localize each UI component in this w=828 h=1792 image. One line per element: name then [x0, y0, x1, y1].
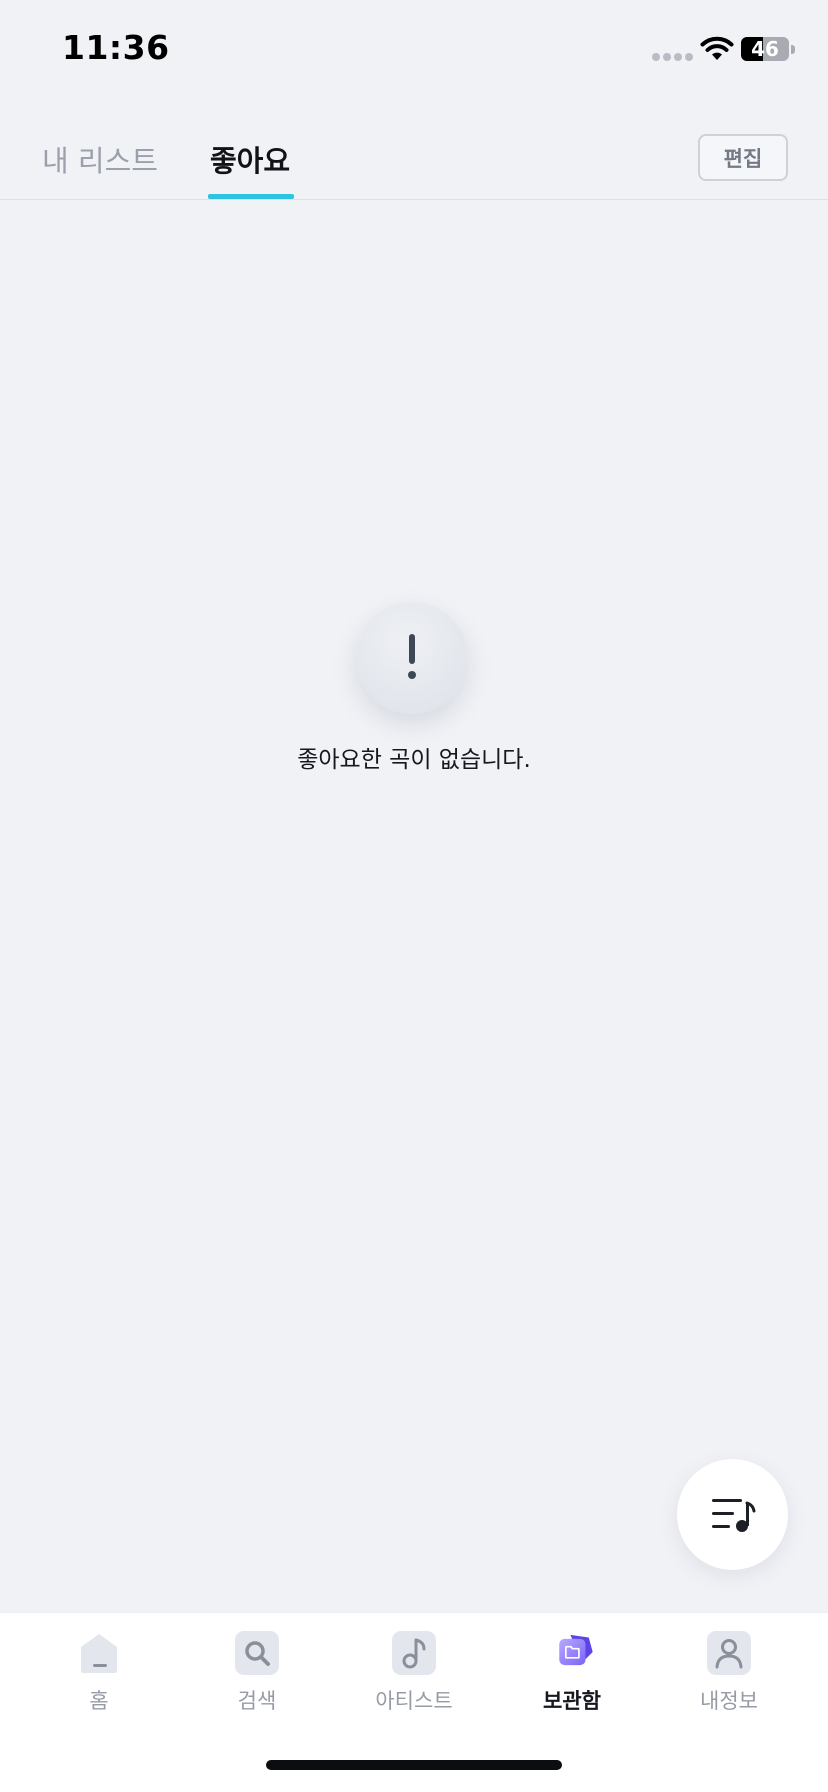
nav-item-artist[interactable]: 아티스트 [335, 1613, 493, 1723]
nav-item-profile[interactable]: 내정보 [650, 1613, 808, 1723]
folder-icon [550, 1631, 594, 1675]
music-note-icon [392, 1631, 436, 1675]
status-bar: 11:36 46 [0, 0, 828, 100]
edit-button[interactable]: 편집 [698, 134, 788, 181]
search-icon [235, 1631, 279, 1675]
nav-label-home: 홈 [89, 1689, 109, 1713]
tab-my-list[interactable]: 내 리스트 [42, 142, 158, 180]
empty-state-message: 좋아요한 곡이 없습니다. [297, 747, 531, 773]
active-tab-indicator [208, 194, 294, 199]
tab-likes[interactable]: 좋아요 [210, 142, 290, 180]
nav-label-artist: 아티스트 [375, 1689, 453, 1713]
wifi-icon [700, 36, 734, 60]
person-icon [707, 1631, 751, 1675]
status-time: 11:36 [62, 28, 170, 67]
cellular-signal-icon [652, 53, 693, 61]
playlist-button[interactable] [677, 1459, 788, 1570]
playlist-music-icon [711, 1498, 755, 1532]
nav-item-library[interactable]: 보관함 [493, 1613, 651, 1723]
battery-level: 46 [751, 37, 779, 61]
battery-tip [791, 45, 795, 54]
home-indicator[interactable] [266, 1760, 562, 1770]
nav-label-profile: 내정보 [700, 1689, 758, 1713]
screen: 11:36 46 내 리스트 좋아요 편집 좋아요한 곡이 없습니다. 홈 검색… [0, 0, 828, 1792]
nav-item-home[interactable]: 홈 [20, 1613, 178, 1723]
nav-label-search: 검색 [237, 1689, 277, 1713]
exclamation-icon [356, 602, 468, 714]
battery-icon: 46 [741, 37, 789, 61]
nav-item-search[interactable]: 검색 [178, 1613, 336, 1723]
home-icon [77, 1631, 121, 1675]
nav-label-library: 보관함 [543, 1689, 601, 1713]
library-tabs: 내 리스트 좋아요 편집 [0, 120, 828, 200]
